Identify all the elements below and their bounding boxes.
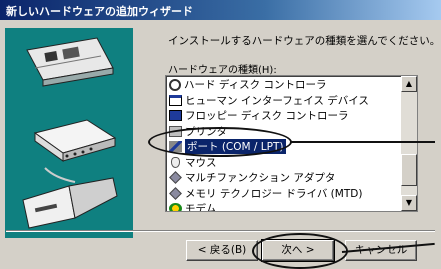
list-scrollbar[interactable]: ▲ ▼ (401, 76, 417, 211)
scroll-thumb[interactable] (401, 154, 417, 186)
list-item-label: フロッピー ディスク コントローラ (185, 110, 349, 123)
back-button[interactable]: < 戻る(B) (186, 240, 258, 261)
hdd-controller-icon (169, 78, 181, 91)
scroll-up-button[interactable]: ▲ (401, 76, 417, 92)
list-item-label: モデム (185, 203, 217, 212)
modem-icon (169, 203, 182, 211)
human-interface-icon (169, 94, 182, 106)
hardware-type-label: ハードウェアの種類(H): (168, 65, 277, 76)
hardware-illustration-icon (22, 37, 118, 229)
divider (6, 230, 435, 232)
wizard-artwork (5, 28, 133, 238)
list-item-label: ヒューマン インターフェイス デバイス (185, 94, 369, 107)
list-item-human-interface[interactable]: ヒューマン インターフェイス デバイス (168, 93, 398, 109)
list-item-label: マルチファンクション アダプタ (185, 172, 336, 185)
scroll-down-button[interactable]: ▼ (401, 195, 417, 211)
list-item-memory-driver[interactable]: メモリ テクノロジー ドライバ (MTD) (168, 186, 398, 202)
list-item-hdd-controller[interactable]: ハード ディスク コントローラ (168, 77, 398, 93)
multifunction-adapter-icon (169, 171, 182, 185)
list-item-label: メモリ テクノロジー ドライバ (MTD) (185, 187, 363, 200)
title-bar[interactable]: 新しいハードウェアの追加ウィザード (0, 0, 441, 20)
list-item-multifunction-adapter[interactable]: マルチファンクション アダプタ (168, 170, 398, 186)
floppy-controller-icon (169, 110, 182, 122)
memory-driver-icon (169, 186, 182, 200)
list-item-label: マウス (185, 156, 217, 169)
annotation-leader-port (290, 141, 435, 143)
mouse-icon (171, 156, 180, 168)
list-item-floppy-controller[interactable]: フロッピー ディスク コントローラ (168, 108, 398, 124)
list-item-label: ハード ディスク コントローラ (184, 79, 327, 92)
annotation-ellipse-port (148, 127, 292, 157)
annotation-ellipse-next (252, 233, 348, 269)
window-title: 新しいハードウェアの追加ウィザード (6, 5, 193, 18)
list-item-modem[interactable]: モデム (168, 201, 398, 212)
list-item-mouse[interactable]: マウス (168, 155, 398, 171)
instruction-text: インストールするハードウェアの種類を選んでください。 (168, 35, 441, 47)
